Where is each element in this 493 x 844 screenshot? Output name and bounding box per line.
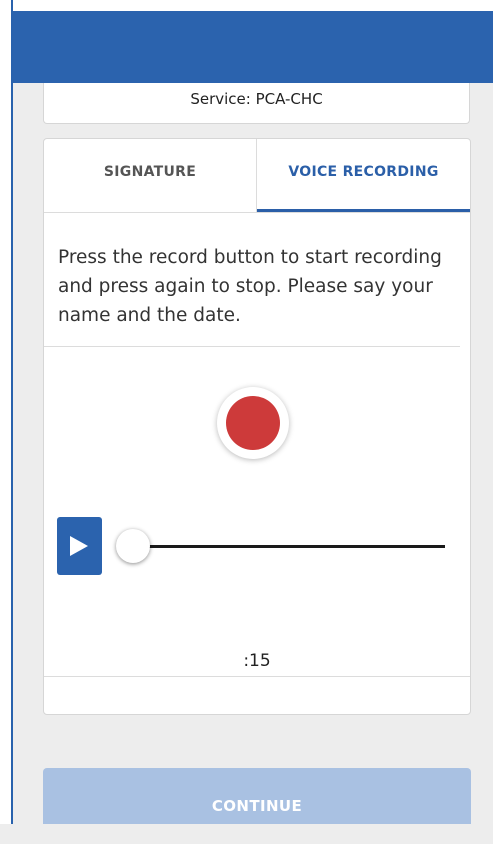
- record-button[interactable]: [217, 387, 289, 459]
- tab-bar: SIGNATURE VOICE RECORDING: [44, 139, 470, 213]
- play-button[interactable]: [57, 517, 102, 575]
- service-label: Service: PCA-CHC: [190, 90, 323, 108]
- top-strip: [13, 0, 493, 11]
- left-edge: [0, 0, 13, 824]
- tab-signature[interactable]: SIGNATURE: [44, 139, 257, 212]
- recording-instructions: Press the record button to start recordi…: [58, 247, 442, 326]
- continue-button[interactable]: CONTINUE: [43, 768, 471, 824]
- playback-slider-thumb[interactable]: [116, 529, 150, 563]
- service-card: Service: PCA-CHC: [43, 83, 470, 124]
- recording-timer: :15: [243, 651, 271, 671]
- header-bar: [13, 11, 493, 83]
- play-icon: [70, 536, 88, 556]
- record-icon: [226, 396, 280, 450]
- divider: [44, 346, 460, 347]
- tab-voice-recording[interactable]: VOICE RECORDING: [257, 139, 470, 212]
- divider: [44, 676, 470, 677]
- playback-slider-track[interactable]: [132, 545, 445, 548]
- recording-card: SIGNATURE VOICE RECORDING Press the reco…: [43, 138, 471, 715]
